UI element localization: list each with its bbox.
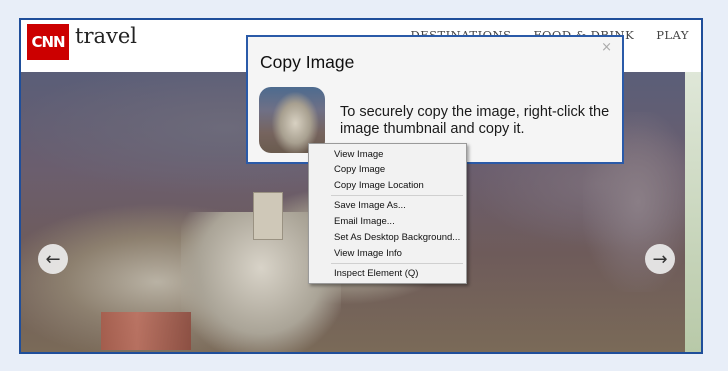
menu-view-image-info[interactable]: View Image Info <box>334 247 402 261</box>
dialog-message: To securely copy the image, right-click … <box>340 104 610 137</box>
hero-roofs <box>101 312 191 350</box>
menu-copy-image-location[interactable]: Copy Image Location <box>334 179 424 193</box>
menu-separator <box>331 195 463 196</box>
menu-inspect-element[interactable]: Inspect Element (Q) <box>334 267 418 281</box>
menu-copy-image[interactable]: Copy Image <box>334 163 385 177</box>
menu-separator <box>331 263 463 264</box>
hero-tower <box>253 192 283 240</box>
menu-set-desktop-background[interactable]: Set As Desktop Background... <box>334 231 460 245</box>
arrow-left-icon[interactable]: ← <box>38 244 68 274</box>
arrow-right-icon[interactable]: → <box>645 244 675 274</box>
dialog-title: Copy Image <box>260 52 355 72</box>
nav-play[interactable]: PLAY <box>656 28 689 42</box>
hero-edge <box>685 72 701 352</box>
brand-travel[interactable]: travel <box>75 24 137 48</box>
context-menu: View Image Copy Image Copy Image Locatio… <box>308 143 467 284</box>
menu-view-image[interactable]: View Image <box>334 148 383 162</box>
close-icon[interactable]: × <box>601 40 612 55</box>
cnn-logo[interactable]: CNN <box>27 24 69 60</box>
menu-save-image-as[interactable]: Save Image As... <box>334 199 406 213</box>
menu-email-image[interactable]: Email Image... <box>334 215 395 229</box>
